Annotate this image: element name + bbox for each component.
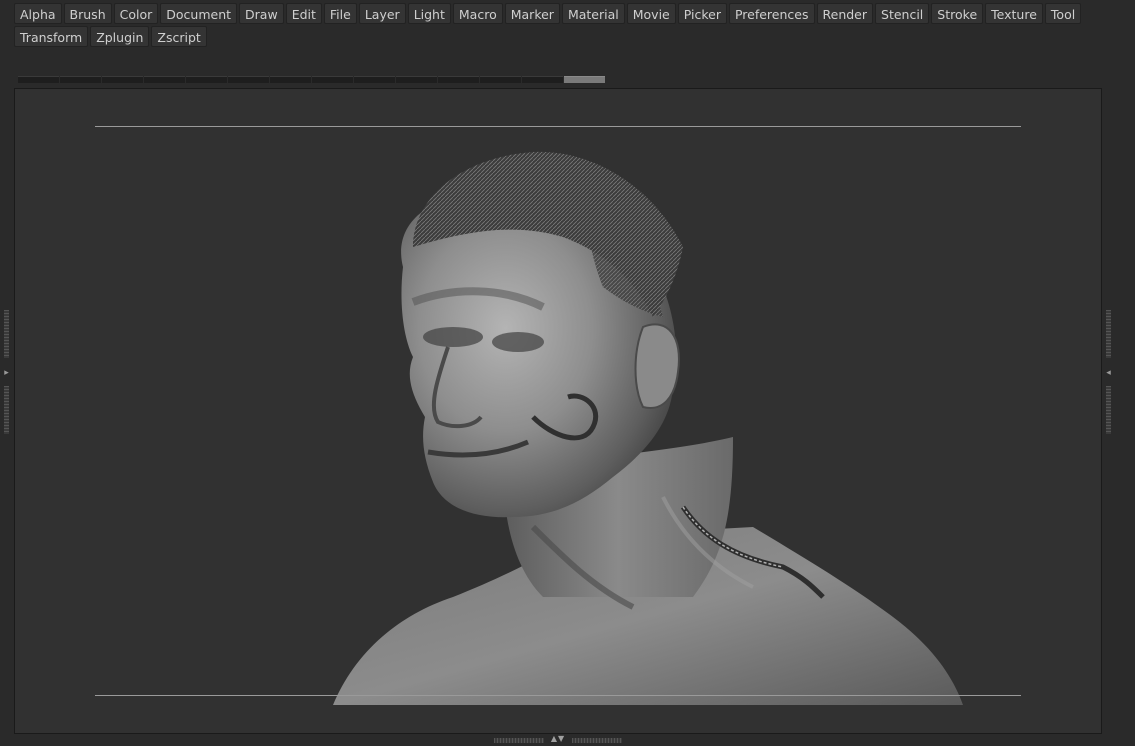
menu-marker[interactable]: Marker <box>504 3 560 24</box>
right-tray-grip-bottom[interactable] <box>1106 386 1111 434</box>
triangle-up-down-icon[interactable]: ▲▼ <box>545 733 571 745</box>
document-tab-segment[interactable] <box>438 76 479 83</box>
menu-file[interactable]: File <box>323 3 357 24</box>
right-tray-handle[interactable]: ◂ <box>1105 310 1112 438</box>
menu-draw[interactable]: Draw <box>239 3 284 24</box>
document-tab-segment[interactable] <box>144 76 185 83</box>
menu-brush[interactable]: Brush <box>63 3 112 24</box>
menu-alpha[interactable]: Alpha <box>14 3 62 24</box>
menu-preferences[interactable]: Preferences <box>728 3 815 24</box>
document-tab-segment[interactable] <box>186 76 227 83</box>
menu-layer[interactable]: Layer <box>358 3 406 24</box>
document-tab-segment[interactable] <box>396 76 437 83</box>
bottom-tray-grip-left[interactable] <box>494 738 544 743</box>
document-tab-segment[interactable] <box>60 76 101 83</box>
right-tray-grip-top[interactable] <box>1106 310 1111 358</box>
menu-render[interactable]: Render <box>816 3 874 24</box>
triangle-right-icon[interactable]: ▸ <box>3 364 10 382</box>
menu-movie[interactable]: Movie <box>626 3 676 24</box>
menu-light[interactable]: Light <box>407 3 451 24</box>
menu-picker[interactable]: Picker <box>677 3 727 24</box>
left-tray-grip-bottom[interactable] <box>4 386 9 434</box>
menu-color[interactable]: Color <box>113 3 159 24</box>
document-tab-segment[interactable] <box>480 76 521 83</box>
menu-document[interactable]: Document <box>160 3 238 24</box>
menu-stencil[interactable]: Stencil <box>875 3 930 24</box>
canvas-guide-bottom <box>95 695 1021 696</box>
document-tab-segment[interactable] <box>564 76 605 83</box>
document-tab-segment[interactable] <box>18 76 59 83</box>
menu-zplugin[interactable]: Zplugin <box>90 26 150 47</box>
triangle-left-icon[interactable]: ◂ <box>1105 364 1112 382</box>
document-canvas[interactable] <box>14 88 1102 734</box>
document-tab-segment[interactable] <box>312 76 353 83</box>
menu-macro[interactable]: Macro <box>452 3 503 24</box>
left-tray-grip-top[interactable] <box>4 310 9 358</box>
document-tab-segment[interactable] <box>228 76 269 83</box>
menu-stroke[interactable]: Stroke <box>931 3 984 24</box>
document-tab-segment[interactable] <box>354 76 395 83</box>
sculpted-head-model[interactable] <box>333 137 963 705</box>
document-tab-segment[interactable] <box>102 76 143 83</box>
document-tab-strip <box>18 76 605 83</box>
menu-tool[interactable]: Tool <box>1044 3 1082 24</box>
bottom-tray-grip-right[interactable] <box>572 738 622 743</box>
menu-texture[interactable]: Texture <box>985 3 1043 24</box>
bottom-tray-handle[interactable]: ▲▼ <box>494 734 622 744</box>
document-tab-segment[interactable] <box>270 76 311 83</box>
menu-zscript[interactable]: Zscript <box>151 26 207 47</box>
left-tray-handle[interactable]: ▸ <box>3 310 10 438</box>
menu-material[interactable]: Material <box>561 3 625 24</box>
zbrush-window: Alpha Brush Color Document Draw Edit Fil… <box>0 0 1135 746</box>
document-tab-segment[interactable] <box>522 76 563 83</box>
canvas-guide-top <box>95 126 1021 127</box>
menu-edit[interactable]: Edit <box>285 3 322 24</box>
main-menubar: Alpha Brush Color Document Draw Edit Fil… <box>14 3 1084 47</box>
menu-transform[interactable]: Transform <box>14 26 89 47</box>
